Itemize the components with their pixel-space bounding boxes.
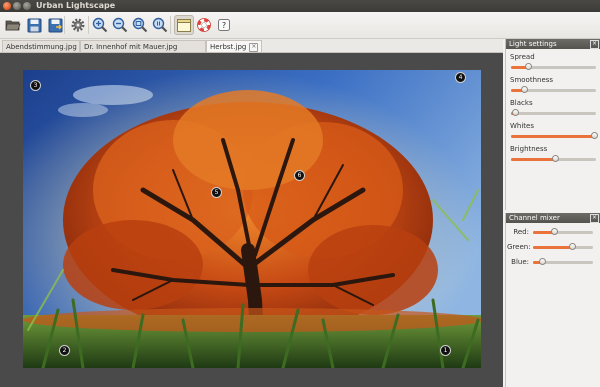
slider-fill (511, 158, 556, 161)
zoom-fit-button[interactable] (130, 15, 150, 35)
window-close-button[interactable] (3, 2, 11, 10)
tab-label: Dr. Innenhof mit Mauer.jpg (84, 43, 178, 51)
panel-header: Channel mixer × (506, 213, 600, 223)
toolbar-separator (88, 16, 89, 34)
save-as-button[interactable] (45, 15, 65, 35)
zoom-original-button[interactable] (150, 15, 170, 35)
slider-handle[interactable] (569, 243, 576, 250)
light-marker[interactable]: 5 (211, 187, 222, 198)
tab-document-active[interactable]: Herbst.jpg × (206, 40, 262, 52)
slider-label: Smoothness (510, 76, 554, 84)
slider-label: Blacks (510, 99, 533, 107)
light-settings-panel: Light settings × Spread Smoothness Blacks W… (505, 39, 600, 210)
zoom-in-button[interactable] (90, 15, 110, 35)
light-marker[interactable]: 2 (59, 345, 70, 356)
light-marker[interactable]: 1 (440, 345, 451, 356)
info-icon: ? (218, 19, 230, 31)
slider-handle[interactable] (512, 109, 520, 116)
save-button[interactable] (24, 15, 44, 35)
slider-label: Spread (510, 53, 535, 61)
slider-handle[interactable] (520, 86, 528, 93)
image-viewport[interactable]: 3 4 5 6 2 1 (0, 53, 503, 387)
slider-track[interactable] (533, 228, 593, 235)
photo-canvas[interactable]: 3 4 5 6 2 1 (23, 70, 481, 368)
tab-close-icon[interactable]: × (249, 42, 259, 52)
zoom-in-icon (92, 17, 108, 33)
channel-mixer-panel: Channel mixer × Red: Green: Blue: (505, 213, 600, 387)
autumn-tree-photo (23, 70, 481, 368)
tab-document[interactable]: Dr. Innenhof mit Mauer.jpg (80, 40, 206, 52)
slider-track[interactable] (533, 243, 593, 250)
zoom-out-button[interactable] (110, 15, 130, 35)
slider-track[interactable] (511, 109, 596, 116)
slider-track[interactable] (511, 132, 599, 139)
panel-title: Channel mixer (509, 214, 560, 222)
zoom-fit-icon (132, 17, 148, 33)
panel-icon (177, 18, 191, 32)
slider-track[interactable] (511, 63, 596, 70)
tab-label: Herbst.jpg (210, 43, 247, 51)
slider-label: Blue: (511, 258, 529, 266)
slider-track[interactable] (511, 86, 596, 93)
tab-document[interactable]: Abendstimmung.jpg (2, 40, 80, 52)
panel-close-icon[interactable]: × (590, 214, 599, 223)
about-button[interactable]: ? (214, 15, 234, 35)
title-bar: Urban Lightscape (0, 0, 600, 12)
slider-handle[interactable] (552, 155, 560, 162)
window-minimize-button[interactable] (13, 2, 21, 10)
slider-label: Brightness (510, 145, 548, 153)
window-maximize-button[interactable] (23, 2, 31, 10)
toolbar: ? (0, 12, 600, 39)
panel-close-icon[interactable]: × (590, 40, 599, 49)
gear-icon (71, 18, 85, 32)
toggle-panels-button[interactable] (174, 15, 194, 35)
slider-handle[interactable] (539, 258, 546, 265)
light-marker[interactable]: 6 (294, 170, 305, 181)
slider-handle[interactable] (591, 132, 599, 139)
lifebuoy-icon (197, 18, 211, 32)
zoom-original-icon (152, 17, 168, 33)
folder-open-icon (5, 20, 21, 31)
toolbar-separator (170, 16, 171, 34)
document-tabs: Abendstimmung.jpg Dr. Innenhof mit Mauer… (0, 39, 503, 53)
light-marker[interactable]: 4 (455, 72, 466, 83)
zoom-out-icon (112, 17, 128, 33)
panel-title: Light settings (509, 40, 557, 48)
light-marker[interactable]: 3 (30, 80, 41, 91)
tab-label: Abendstimmung.jpg (6, 43, 77, 51)
slider-track[interactable] (533, 258, 593, 265)
slider-fill (511, 135, 595, 138)
floppy-icon (27, 18, 41, 32)
slider-handle[interactable] (525, 63, 532, 70)
slider-handle[interactable] (551, 228, 558, 235)
window-title: Urban Lightscape (36, 1, 116, 10)
slider-label: Whites (510, 122, 535, 130)
slider-label: Red: (513, 228, 529, 236)
settings-button[interactable] (68, 15, 88, 35)
toolbar-separator (64, 16, 65, 34)
slider-track[interactable] (511, 155, 596, 162)
svg-text:?: ? (222, 21, 226, 30)
help-button[interactable] (194, 15, 214, 35)
slider-label: Green: (507, 243, 531, 251)
open-button[interactable] (3, 15, 23, 35)
panel-header: Light settings × (506, 39, 600, 49)
slider-fill (533, 246, 572, 249)
floppy-arrow-icon (48, 18, 62, 32)
